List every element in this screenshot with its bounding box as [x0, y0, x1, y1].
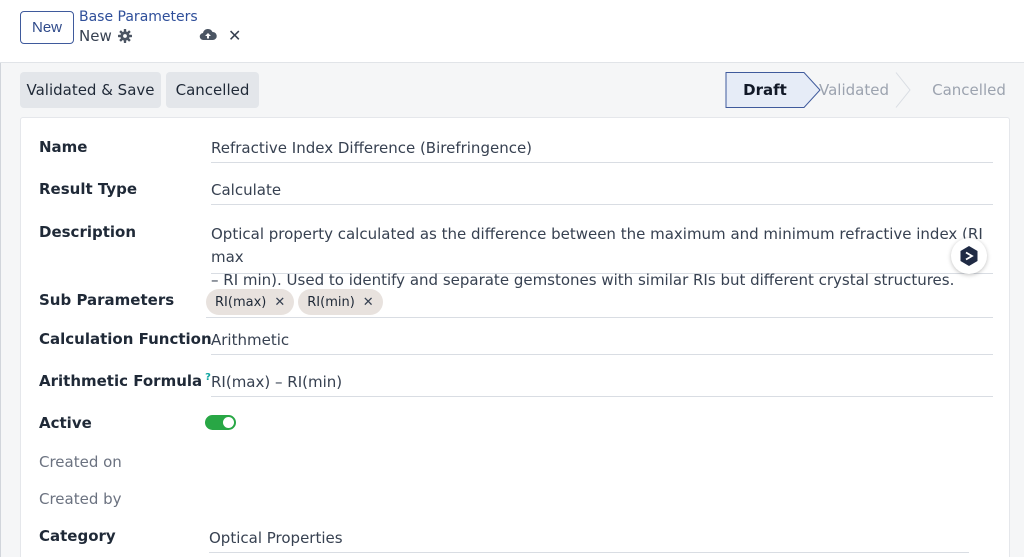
arithmetic-formula-field[interactable]: RI(max) – RI(min): [211, 373, 993, 397]
new-button[interactable]: New: [20, 11, 74, 44]
sub-parameters-label: Sub Parameters: [39, 291, 175, 309]
cloud-upload-icon[interactable]: [199, 27, 217, 43]
result-type-field[interactable]: Calculate: [211, 181, 993, 205]
active-toggle[interactable]: [205, 415, 236, 430]
calculation-function-label: Calculation Function: [39, 330, 212, 348]
tag-label: RI(min): [307, 294, 355, 310]
control-panel: New Base Parameters New ✕: [0, 0, 1024, 63]
gear-icon[interactable]: [117, 28, 133, 44]
description-label: Description: [39, 223, 137, 241]
name-label: Name: [39, 138, 88, 156]
category-field[interactable]: Optical Properties: [209, 529, 969, 553]
remove-tag-icon[interactable]: ✕: [363, 295, 374, 310]
calculation-function-field[interactable]: Arithmetic: [211, 331, 993, 355]
created-on-label: Created on: [39, 453, 122, 471]
form-sheet: Name Refractive Index Difference (Birefr…: [20, 117, 1010, 557]
arithmetic-formula-text: Arithmetic Formula: [39, 372, 203, 390]
name-field[interactable]: Refractive Index Difference (Birefringen…: [211, 139, 993, 163]
toggle-knob: [223, 417, 234, 428]
created-by-label: Created by: [39, 490, 122, 508]
tag-label: RI(max): [215, 294, 267, 310]
validated-save-button[interactable]: Validated & Save: [20, 72, 161, 108]
result-type-label: Result Type: [39, 180, 138, 198]
breadcrumb-current: New: [79, 27, 112, 45]
category-label: Category: [39, 527, 116, 545]
cancelled-button[interactable]: Cancelled: [166, 72, 259, 108]
tag-ri-max: RI(max) ✕: [206, 289, 295, 315]
status-bar: Draft Validated Cancelled: [724, 72, 1024, 108]
window-edge: [0, 0, 1, 557]
stage-cancelled[interactable]: Cancelled: [914, 72, 1024, 108]
assistant-icon[interactable]: [951, 238, 987, 274]
arithmetic-formula-label: Arithmetic Formula?: [39, 372, 211, 390]
description-line-1: Optical property calculated as the diffe…: [211, 225, 983, 266]
stage-draft[interactable]: Draft: [726, 72, 804, 108]
sub-parameters-field[interactable]: RI(max) ✕ RI(min) ✕: [206, 289, 993, 318]
description-field[interactable]: Optical property calculated as the diffe…: [211, 223, 993, 289]
breadcrumb-parent-link[interactable]: Base Parameters: [79, 9, 198, 25]
close-icon[interactable]: ✕: [228, 28, 244, 44]
remove-tag-icon[interactable]: ✕: [274, 295, 285, 310]
stage-validated[interactable]: Validated: [804, 72, 904, 108]
tag-ri-min: RI(min) ✕: [298, 289, 383, 315]
active-label: Active: [39, 414, 92, 432]
